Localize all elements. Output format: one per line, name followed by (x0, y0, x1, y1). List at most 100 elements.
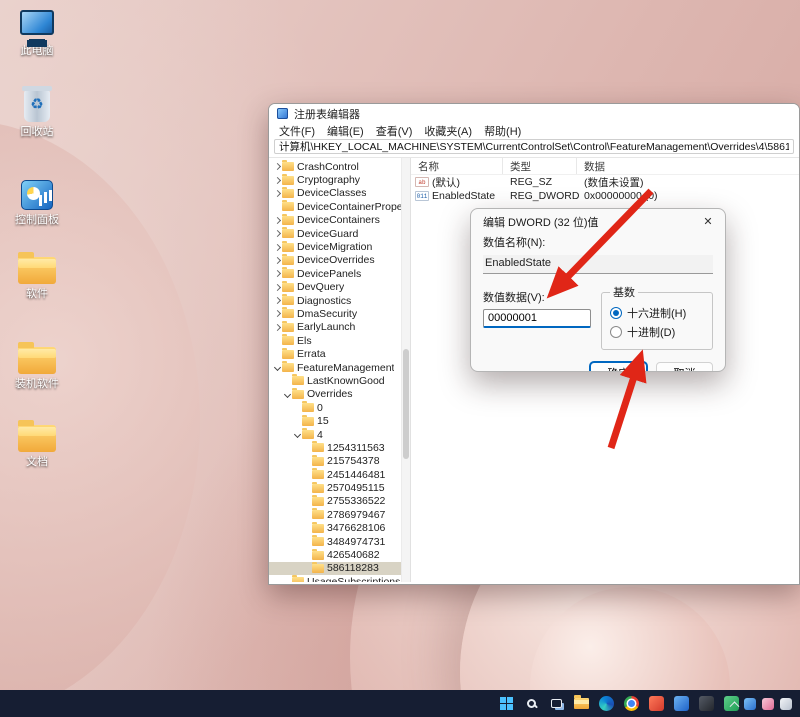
folder-icon (282, 256, 294, 265)
app-blue-icon[interactable] (671, 693, 692, 714)
tree-item-215754378[interactable]: 215754378 (269, 455, 401, 468)
tree-item-UsageSubscriptions[interactable]: UsageSubscriptions (269, 575, 401, 582)
tree-item-586118283[interactable]: 586118283 (269, 562, 401, 575)
chevron-right-icon[interactable] (272, 311, 282, 316)
chevron-right-icon[interactable] (272, 191, 282, 196)
tree-item-2786979467[interactable]: 2786979467 (269, 508, 401, 521)
menu-item[interactable]: 编辑(E) (322, 123, 369, 139)
close-icon[interactable]: ✕ (699, 213, 717, 231)
tree-item-2570495115[interactable]: 2570495115 (269, 481, 401, 494)
tree-item-4[interactable]: 4 (269, 428, 401, 441)
radio-hexadecimal[interactable]: 十六进制(H) (610, 305, 704, 321)
cancel-button[interactable]: 取消 (656, 362, 713, 372)
desktop-icon-label: 回收站 (6, 126, 68, 138)
desktop-icon-recycle-bin[interactable]: 回收站 (6, 90, 68, 138)
tree-item-DevQuery[interactable]: DevQuery (269, 281, 401, 294)
tree-item-EarlyLaunch[interactable]: EarlyLaunch (269, 321, 401, 334)
chevron-down-icon[interactable] (292, 432, 302, 437)
search-icon[interactable] (521, 693, 542, 714)
menu-item[interactable]: 收藏夹(A) (419, 123, 477, 139)
desktop-icon-folder-software[interactable]: 软件 (6, 250, 68, 300)
folder-icon (302, 417, 314, 426)
address-input[interactable] (274, 139, 794, 154)
chevron-right-icon[interactable] (272, 218, 282, 223)
column-header[interactable]: 数据 (577, 158, 799, 174)
desktop-icon-control-panel[interactable]: 控制面板 (6, 180, 68, 226)
registry-value-row[interactable]: 011EnabledStateREG_DWORD0x00000000 (0) (411, 189, 799, 203)
value-type: REG_SZ (503, 176, 577, 188)
radio-decimal-label: 十进制(D) (627, 324, 675, 340)
tree-item-CrashControl[interactable]: CrashControl (269, 160, 401, 173)
chevron-down-icon[interactable] (282, 392, 292, 397)
edge-browser-icon[interactable] (596, 693, 617, 714)
chevron-down-icon[interactable] (272, 365, 282, 370)
tree-item-3476628106[interactable]: 3476628106 (269, 522, 401, 535)
column-header[interactable]: 名称 (411, 158, 503, 174)
tray-app-pink-icon[interactable] (762, 698, 774, 710)
tree-item-DeviceGuard[interactable]: DeviceGuard (269, 227, 401, 240)
tree-item-DeviceContainers[interactable]: DeviceContainers (269, 214, 401, 227)
chevron-right-icon[interactable] (272, 325, 282, 330)
base-group: 基数 十六进制(H) 十进制(D) (601, 284, 713, 350)
tree-item-DeviceClasses[interactable]: DeviceClasses (269, 187, 401, 200)
tree-item-DeviceOverrides[interactable]: DeviceOverrides (269, 254, 401, 267)
file-explorer-icon[interactable] (571, 693, 592, 714)
value-name: EnabledState (432, 190, 495, 202)
desktop-icon-folder-docs[interactable]: 文档 (6, 418, 68, 468)
column-header[interactable]: 类型 (503, 158, 577, 174)
radio-decimal[interactable]: 十进制(D) (610, 324, 704, 340)
folder-icon (312, 564, 324, 573)
registry-value-row[interactable]: ab(默认)REG_SZ(数值未设置) (411, 175, 799, 189)
chrome-browser-icon[interactable] (621, 693, 642, 714)
tree-item-label: LastKnownGood (307, 375, 385, 387)
folder-icon (302, 430, 314, 439)
tree-item-LastKnownGood[interactable]: LastKnownGood (269, 374, 401, 387)
tray-app-blue-icon[interactable] (744, 698, 756, 710)
tree-item-3484974731[interactable]: 3484974731 (269, 535, 401, 548)
start-icon[interactable] (496, 693, 517, 714)
tree-item-FeatureManagement[interactable]: FeatureManagement (269, 361, 401, 374)
regedit-titlebar[interactable]: 注册表编辑器 (269, 104, 799, 123)
tree-item-426540682[interactable]: 426540682 (269, 548, 401, 561)
tree-item-Els[interactable]: Els (269, 334, 401, 347)
tree-scrollbar-thumb[interactable] (403, 349, 409, 459)
menu-item[interactable]: 查看(V) (371, 123, 418, 139)
chevron-right-icon[interactable] (272, 178, 282, 183)
tree-item-Cryptography[interactable]: Cryptography (269, 173, 401, 186)
ok-button[interactable]: 确定 (590, 362, 647, 372)
tree-item-Diagnostics[interactable]: Diagnostics (269, 294, 401, 307)
tree-item-0[interactable]: 0 (269, 401, 401, 414)
tree-item-15[interactable]: 15 (269, 414, 401, 427)
desktop-icon-folder-setup[interactable]: 装机软件 (6, 340, 68, 390)
tray-app-light-icon[interactable] (780, 698, 792, 710)
tree-item-Overrides[interactable]: Overrides (269, 388, 401, 401)
tree-item-DeviceMigration[interactable]: DeviceMigration (269, 240, 401, 253)
chevron-right-icon[interactable] (272, 285, 282, 290)
tree-item-2755336522[interactable]: 2755336522 (269, 495, 401, 508)
value-data-input[interactable] (483, 309, 591, 328)
task-view-icon[interactable] (546, 693, 567, 714)
folder-icon (312, 510, 324, 519)
chevron-right-icon[interactable] (272, 298, 282, 303)
app-red-icon[interactable] (646, 693, 667, 714)
chevron-right-icon[interactable] (272, 164, 282, 169)
tree-item-DmaSecurity[interactable]: DmaSecurity (269, 307, 401, 320)
tray-overflow-icon[interactable] (730, 701, 740, 711)
desktop-icon-this-pc[interactable]: 此电脑 (6, 10, 68, 57)
tree-scrollbar[interactable] (401, 158, 410, 582)
tree-item-2451446481[interactable]: 2451446481 (269, 468, 401, 481)
menu-item[interactable]: 帮助(H) (479, 123, 526, 139)
chevron-right-icon[interactable] (272, 271, 282, 276)
tree-item-Errata[interactable]: Errata (269, 347, 401, 360)
dialog-titlebar[interactable]: 编辑 DWORD (32 位)值 ✕ (471, 209, 725, 234)
folder-icon (282, 323, 294, 332)
chevron-right-icon[interactable] (272, 258, 282, 263)
app-dark-icon[interactable] (696, 693, 717, 714)
folder-icon (292, 577, 304, 582)
tree-item-1254311563[interactable]: 1254311563 (269, 441, 401, 454)
chevron-right-icon[interactable] (272, 245, 282, 250)
tree-item-DevicePanels[interactable]: DevicePanels (269, 267, 401, 280)
tree-item-DeviceContainerPropertyUpda[interactable]: DeviceContainerPropertyUpda (269, 200, 401, 213)
chevron-right-icon[interactable] (272, 231, 282, 236)
menu-item[interactable]: 文件(F) (274, 123, 320, 139)
